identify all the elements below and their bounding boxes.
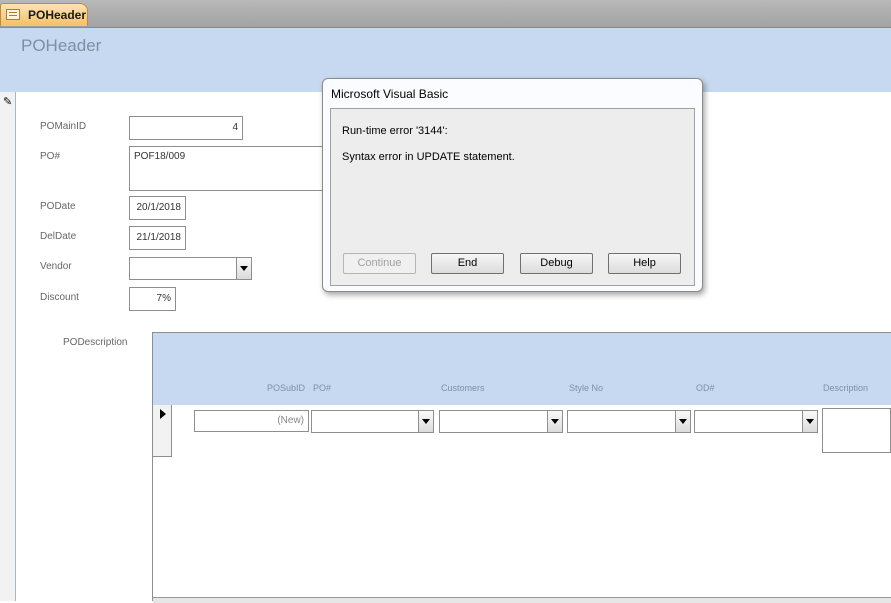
pencil-icon: ✎ bbox=[3, 96, 13, 108]
form-title: POHeader bbox=[21, 36, 102, 55]
style-no-combo[interactable] bbox=[567, 410, 677, 433]
po-number-combo[interactable] bbox=[311, 410, 420, 433]
chevron-down-icon bbox=[679, 419, 687, 424]
deldate-label: DelDate bbox=[40, 231, 77, 242]
record-selector[interactable]: ✎ bbox=[0, 92, 16, 601]
column-header-po-number: PO# bbox=[313, 383, 332, 393]
column-header-od-number: OD# bbox=[696, 383, 715, 393]
podate-label: PODate bbox=[40, 201, 76, 212]
chevron-down-icon bbox=[422, 419, 430, 424]
discount-label: Discount bbox=[40, 292, 79, 303]
error-code-text: Run-time error '3144': bbox=[342, 125, 448, 137]
debug-button[interactable]: Debug bbox=[520, 253, 593, 274]
column-header-description: Description bbox=[823, 383, 869, 393]
subform-header: POSubID PO# Customers Style No OD# Descr… bbox=[153, 333, 891, 405]
current-record-arrow-icon bbox=[160, 409, 166, 419]
continue-button[interactable]: Continue bbox=[343, 253, 416, 274]
subform-navigation-bar[interactable] bbox=[153, 597, 891, 603]
vb-error-dialog: Microsoft Visual Basic Run-time error '3… bbox=[322, 78, 703, 292]
subform-record-selector[interactable] bbox=[153, 405, 172, 457]
od-number-dropdown-button[interactable] bbox=[802, 410, 818, 433]
po-number-field[interactable]: POF18/009 bbox=[129, 146, 329, 191]
deldate-field[interactable]: 21/1/2018 bbox=[129, 226, 186, 250]
end-button[interactable]: End bbox=[431, 253, 504, 274]
tab-poheader[interactable]: POHeader bbox=[0, 3, 88, 26]
chevron-down-icon bbox=[551, 419, 559, 424]
dialog-body: Run-time error '3144': Syntax error in U… bbox=[330, 108, 695, 286]
vendor-label: Vendor bbox=[40, 261, 72, 272]
po-number-dropdown-button[interactable] bbox=[418, 410, 434, 433]
style-no-dropdown-button[interactable] bbox=[675, 410, 691, 433]
document-tab-strip: POHeader bbox=[0, 0, 891, 28]
column-header-style-no: Style No bbox=[569, 383, 604, 393]
pomainid-label: POMainID bbox=[40, 121, 87, 132]
error-message-text: Syntax error in UPDATE statement. bbox=[342, 151, 515, 163]
podate-field[interactable]: 20/1/2018 bbox=[129, 196, 186, 220]
customers-dropdown-button[interactable] bbox=[547, 410, 563, 433]
podescription-label: PODescription bbox=[63, 337, 128, 348]
vendor-dropdown-button[interactable] bbox=[236, 257, 252, 280]
pomainid-field[interactable]: 4 bbox=[129, 116, 243, 140]
vendor-combo[interactable] bbox=[129, 257, 237, 280]
description-field[interactable] bbox=[822, 408, 891, 453]
chevron-down-icon bbox=[806, 419, 814, 424]
column-header-customers: Customers bbox=[441, 383, 485, 393]
chevron-down-icon bbox=[240, 266, 248, 271]
customers-combo[interactable] bbox=[439, 410, 549, 433]
dialog-title: Microsoft Visual Basic bbox=[331, 87, 449, 101]
od-number-combo[interactable] bbox=[694, 410, 804, 433]
form-icon bbox=[6, 9, 20, 20]
column-header-posubid: POSubID bbox=[267, 383, 306, 393]
discount-field[interactable]: 7% bbox=[129, 287, 176, 311]
posubid-field[interactable]: (New) bbox=[194, 410, 309, 432]
podescription-subform: POSubID PO# Customers Style No OD# Descr… bbox=[152, 332, 891, 603]
tab-label: POHeader bbox=[28, 8, 87, 22]
po-number-label: PO# bbox=[40, 151, 61, 162]
help-button[interactable]: Help bbox=[608, 253, 681, 274]
